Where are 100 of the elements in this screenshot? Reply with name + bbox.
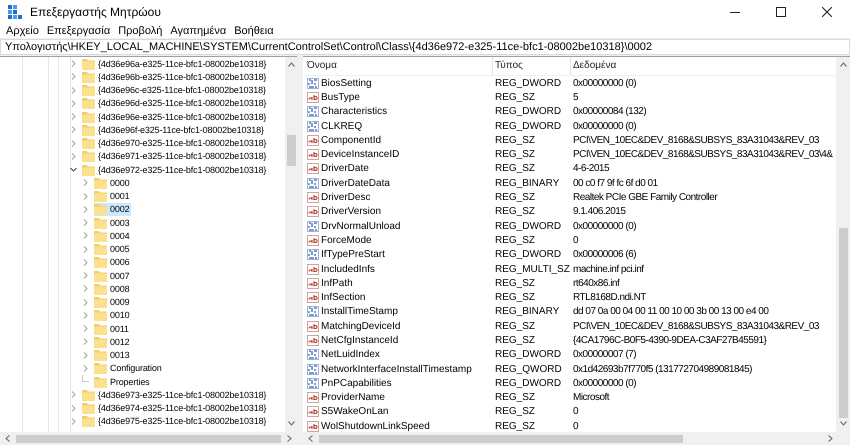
value-type: REG_SZ bbox=[494, 234, 536, 246]
tree-item[interactable]: 0012 bbox=[94, 335, 132, 348]
tree-item[interactable]: {4d36e96f-e325-11ce-bfc1-08002be10318} bbox=[82, 123, 266, 136]
tree-item[interactable]: {4d36e96b-e325-11ce-bfc1-08002be10318} bbox=[82, 70, 268, 84]
value-type: REG_DWORD bbox=[494, 349, 562, 360]
tree-item[interactable]: 0008 bbox=[94, 282, 132, 296]
menu-item[interactable]: Επεξεργασία bbox=[42, 24, 114, 38]
expand-icon[interactable] bbox=[70, 140, 77, 147]
expand-icon[interactable] bbox=[70, 100, 77, 107]
tree-item[interactable]: {4d36e96c-e325-11ce-bfc1-08002be10318} bbox=[82, 84, 268, 97]
scrollbar-thumb[interactable] bbox=[319, 434, 683, 442]
expand-icon[interactable] bbox=[70, 152, 77, 160]
expand-icon[interactable] bbox=[82, 232, 89, 240]
horizontal-scrollbar[interactable] bbox=[303, 432, 850, 445]
value-name: CLKREQ bbox=[321, 120, 362, 132]
expand-icon[interactable] bbox=[82, 285, 89, 292]
scroll-right-icon[interactable] bbox=[287, 435, 292, 442]
folder-icon bbox=[82, 70, 95, 83]
close-icon bbox=[822, 7, 832, 17]
binary-value-icon bbox=[307, 106, 319, 118]
value-data: 0 bbox=[572, 406, 580, 418]
vertical-scrollbar[interactable] bbox=[836, 57, 850, 432]
expand-icon[interactable] bbox=[82, 338, 89, 346]
tree-item[interactable]: 0009 bbox=[94, 296, 132, 309]
expand-icon[interactable] bbox=[82, 179, 89, 186]
string-value-icon bbox=[307, 192, 319, 204]
expand-icon[interactable] bbox=[82, 364, 89, 372]
expand-icon[interactable] bbox=[82, 312, 89, 319]
tree-item[interactable]: 0002 bbox=[94, 202, 132, 216]
scroll-left-icon[interactable] bbox=[5, 435, 10, 442]
value-type: REG_SZ bbox=[494, 420, 536, 432]
tree-item[interactable]: 0000 bbox=[94, 176, 132, 190]
tree-item[interactable]: 0013 bbox=[94, 348, 132, 362]
string-value-icon bbox=[307, 420, 319, 432]
tree-item[interactable]: 0011 bbox=[94, 322, 131, 336]
expand-icon[interactable] bbox=[82, 298, 89, 306]
horizontal-scrollbar[interactable] bbox=[0, 432, 297, 445]
column-header[interactable]: Τύπος bbox=[493, 57, 571, 75]
expand-icon[interactable] bbox=[70, 126, 77, 134]
tree-item[interactable]: 0001 bbox=[94, 190, 132, 203]
expand-icon[interactable] bbox=[82, 246, 89, 253]
tree-item[interactable]: {4d36e96a-e325-11ce-bfc1-08002be10318} bbox=[82, 57, 268, 70]
value-name: ComponentId bbox=[321, 134, 382, 146]
tree-item[interactable]: 0003 bbox=[94, 216, 132, 230]
scrollbar-thumb[interactable] bbox=[838, 228, 848, 418]
expand-icon[interactable] bbox=[82, 258, 89, 266]
folder-icon bbox=[94, 190, 107, 202]
tree-item[interactable]: {4d36e96d-e325-11ce-bfc1-08002be10318} bbox=[82, 96, 268, 110]
column-header[interactable]: Όνομα bbox=[303, 57, 493, 75]
scrollbar-thumb[interactable] bbox=[16, 434, 281, 442]
column-header[interactable]: Δεδομένα bbox=[571, 57, 836, 75]
scroll-down-icon[interactable] bbox=[288, 421, 294, 426]
scroll-up-icon[interactable] bbox=[288, 62, 294, 67]
scroll-left-icon[interactable] bbox=[308, 435, 313, 442]
tree-item[interactable]: 0010 bbox=[94, 308, 132, 322]
tree-item[interactable]: {4d36e96e-e325-11ce-bfc1-08002be10318} bbox=[82, 110, 268, 124]
value-data: Realtek PCIe GBE Family Controller bbox=[572, 192, 718, 204]
menu-item[interactable]: Αγαπημένα bbox=[166, 24, 230, 38]
tree-item[interactable]: 0006 bbox=[94, 256, 132, 269]
collapse-icon[interactable] bbox=[70, 166, 77, 174]
expand-icon[interactable] bbox=[70, 404, 77, 412]
expand-icon[interactable] bbox=[70, 113, 77, 120]
scrollbar-thumb[interactable] bbox=[286, 135, 296, 166]
menu-item[interactable]: Βοήθεια bbox=[230, 24, 278, 38]
scroll-down-icon[interactable] bbox=[840, 421, 846, 426]
folder-icon bbox=[82, 150, 95, 162]
menu-item[interactable]: Προβολή bbox=[114, 24, 166, 38]
expand-icon[interactable] bbox=[70, 73, 77, 80]
string-value-icon bbox=[307, 149, 319, 160]
binary-value-icon bbox=[307, 349, 319, 360]
tree-item[interactable]: {4d36e973-e325-11ce-bfc1-08002be10318} bbox=[82, 388, 268, 402]
address-field[interactable]: Υπολογιστής\HKEY_LOCAL_MACHINE\SYSTEM\CurrentControlSet\Control\Class\{4d36e972-e325-11ce-bfc1-08002be10318}\0002 bbox=[0, 39, 850, 55]
maximize-icon bbox=[776, 7, 786, 17]
expand-icon[interactable] bbox=[70, 60, 77, 68]
tree-item[interactable]: {4d36e972-e325-11ce-bfc1-08002be10318} bbox=[82, 163, 268, 176]
folder-icon bbox=[94, 230, 107, 242]
expand-icon[interactable] bbox=[82, 219, 89, 226]
value-type: REG_SZ bbox=[494, 149, 536, 160]
tree-item[interactable]: 0005 bbox=[94, 242, 132, 256]
expand-icon[interactable] bbox=[82, 352, 89, 359]
expand-icon[interactable] bbox=[70, 418, 77, 425]
expand-icon[interactable] bbox=[82, 206, 89, 213]
expand-icon[interactable] bbox=[70, 391, 77, 398]
expand-icon[interactable] bbox=[82, 192, 89, 200]
value-data: 0 bbox=[572, 420, 580, 432]
menu-item[interactable]: Αρχείο bbox=[2, 24, 43, 38]
tree-item[interactable]: {4d36e975-e325-11ce-bfc1-08002be10318} bbox=[82, 414, 268, 428]
tree-item[interactable]: {4d36e970-e325-11ce-bfc1-08002be10318} bbox=[82, 136, 268, 150]
scroll-right-icon[interactable] bbox=[828, 435, 833, 442]
tree-item[interactable]: {4d36e974-e325-11ce-bfc1-08002be10318} bbox=[82, 402, 268, 415]
expand-icon[interactable] bbox=[82, 272, 89, 280]
expand-icon[interactable] bbox=[70, 86, 77, 94]
tree-item[interactable]: 0007 bbox=[94, 269, 132, 282]
value-name: DrvNormalUnload bbox=[321, 220, 400, 232]
expand-icon[interactable] bbox=[82, 325, 89, 332]
scroll-up-icon[interactable] bbox=[840, 62, 846, 67]
tree-item[interactable]: 0004 bbox=[94, 229, 132, 242]
tree-item[interactable]: Properties bbox=[94, 375, 152, 388]
tree-item[interactable]: Configuration bbox=[94, 362, 164, 375]
tree-item[interactable]: {4d36e971-e325-11ce-bfc1-08002be10318} bbox=[82, 150, 268, 163]
